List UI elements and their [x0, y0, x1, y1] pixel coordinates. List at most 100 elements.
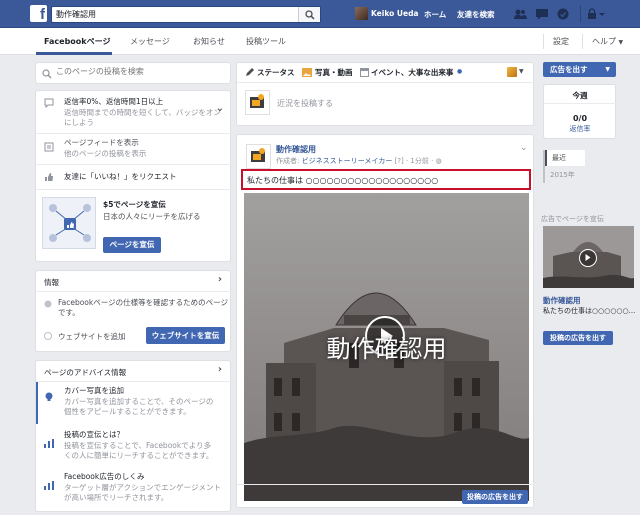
video-title-overlay: 動作確認用	[326, 335, 447, 363]
invite-friends-row[interactable]: 友達に「いいね！」をリクエスト	[36, 165, 232, 189]
page-feed-sub: 他のページの投稿を表示	[64, 149, 147, 158]
page-tab-bar: Facebookページ メッセージ お知らせ 投稿ツール 設定 ヘルプ ▼	[0, 28, 640, 55]
response-rate-title: 返信率0%、返信時間1日以上	[64, 97, 164, 106]
tip-item[interactable]: Facebook広告のしくみ ターゲット層がアクションでエンゲージメント が高い…	[36, 471, 232, 511]
people-network-icon	[49, 204, 91, 242]
post-video[interactable]: 動作確認用	[244, 193, 529, 501]
page-post-search	[35, 62, 231, 84]
tip-item[interactable]: 投稿の宣伝とは？ 投稿を宣伝することで、Facebookでより多 くの人に簡単に…	[36, 429, 232, 469]
divider	[36, 291, 232, 292]
help-label: ヘルプ	[592, 37, 616, 46]
promote-subtitle: 日本の人々にリーチを広げる	[103, 212, 201, 221]
promote-website-button[interactable]: ウェブサイトを宣伝	[146, 327, 225, 344]
about-description: Facebookページの仕様等を確認するためのページです。	[58, 298, 228, 318]
home-link[interactable]: ホーム	[424, 9, 446, 20]
post-meta-prefix: 作成者:	[276, 157, 302, 165]
chevron-right-icon[interactable]: ›	[218, 274, 222, 285]
tab-publishing-tools[interactable]: 投稿ツール	[246, 36, 286, 47]
response-rate-label[interactable]: 返信率	[544, 124, 616, 134]
post-options-chevron-icon[interactable]: ⌄	[520, 143, 528, 153]
page-tips-header: ページのアドバイス情報	[44, 368, 127, 377]
tab-messages[interactable]: メッセージ	[130, 36, 170, 47]
post-meta: 作成者: ビジネスストーリーメイカー [?] · 1分前 · ◍	[276, 156, 442, 166]
notifications-icon[interactable]	[556, 8, 570, 20]
ad-preview-image[interactable]	[543, 226, 634, 288]
lock-icon[interactable]	[586, 8, 606, 20]
weekly-stats-card: 今週 0/0 返信率	[543, 84, 616, 139]
bar-chart-icon	[44, 481, 54, 490]
active-tab-indicator	[36, 52, 112, 55]
tab-facebook-page[interactable]: Facebookページ	[44, 36, 110, 47]
tip-title: 投稿の宣伝とは？	[64, 430, 124, 439]
facebook-logo[interactable]: f	[30, 5, 47, 22]
post-text: 私たちの仕事は ○○○○○○○○○○○○○○○○○○○	[247, 176, 439, 185]
page-avatar	[245, 90, 270, 115]
post-author-avatar[interactable]	[246, 144, 271, 169]
about-card: 情報 › Facebookページの仕様等を確認するためのページです。 ウェブサイ…	[35, 270, 232, 352]
messages-icon[interactable]	[535, 8, 549, 20]
divider	[580, 5, 581, 22]
search-icon	[42, 69, 52, 79]
ad-title[interactable]: 動作確認用	[543, 295, 581, 306]
like-icon	[45, 173, 53, 181]
post-meta-author[interactable]: ビジネスストーリーメイカー	[302, 157, 393, 165]
timeline-year[interactable]: 2015年	[550, 170, 575, 180]
tab-notifications[interactable]: お知らせ	[193, 36, 225, 47]
lightbulb-icon	[45, 392, 53, 401]
friend-requests-icon[interactable]	[513, 8, 527, 20]
search-button[interactable]	[298, 7, 320, 22]
post-text-highlight: 私たちの仕事は ○○○○○○○○○○○○○○○○○○○	[241, 169, 531, 190]
bar-chart-icon	[44, 439, 54, 448]
ad-text: 私たちの仕事は○○○○○○...	[543, 307, 636, 315]
post-composer: ステータス 写真・動画 イベント、大事な出来事 ● ▼ 近況を投稿する	[236, 62, 535, 126]
create-ad-button[interactable]: 広告を出す ▼	[543, 62, 616, 77]
tip-title: カバー写真を追加	[64, 386, 124, 395]
chevron-down-icon: ▼	[605, 66, 610, 73]
search-input[interactable]	[52, 7, 292, 22]
timeline-recent[interactable]: 最近	[545, 150, 585, 166]
page-logo-icon	[251, 148, 265, 162]
about-header: 情報	[44, 278, 59, 287]
tip-desc-2: が高い場所でリーチされます。	[64, 493, 169, 502]
create-ad-label: 広告を出す	[550, 65, 588, 74]
page-post-search-input[interactable]	[56, 67, 226, 76]
divider	[543, 34, 544, 49]
top-bar: f Keiko Ueda ホーム 友達を検索	[0, 0, 640, 28]
life-event-tab[interactable]: イベント、大事な出来事	[371, 67, 453, 78]
tip-desc-2: くの人に簡単にリーチすることができます。	[64, 451, 214, 460]
page-avatar-small[interactable]	[507, 67, 517, 77]
post-meta-suffix: [?] · 1分前 ·	[392, 157, 436, 165]
settings-link[interactable]: 設定	[553, 36, 569, 47]
help-link[interactable]: ヘルプ ▼	[592, 36, 623, 47]
play-icon	[585, 254, 591, 261]
divider	[582, 34, 583, 49]
promote-page-header: 広告でページを宣伝	[541, 215, 604, 223]
user-name-link[interactable]: Keiko Ueda	[371, 9, 419, 18]
page-actions-panel: 返信率0%、返信時間1日以上 返信時間までの時間を短くして、バッジをオン にしよ…	[35, 90, 232, 262]
chevron-right-icon[interactable]: ›	[218, 364, 222, 375]
divider	[36, 189, 232, 190]
promote-illustration	[42, 197, 96, 249]
add-website-link[interactable]: ウェブサイトを追加	[58, 331, 126, 342]
composer-placeholder[interactable]: 近況を投稿する	[277, 98, 333, 109]
this-week-label: 今週	[572, 91, 588, 100]
boost-post-button[interactable]: 投稿の広告を出す	[462, 490, 528, 504]
user-avatar[interactable]	[355, 7, 368, 20]
response-rate-row[interactable]: 返信率0%、返信時間1日以上 返信時間までの時間を短くして、バッジをオン にしよ…	[36, 91, 232, 133]
status-tab[interactable]: ステータス	[257, 67, 295, 78]
page-post: 動作確認用 作成者: ビジネスストーリーメイカー [?] · 1分前 · ◍ ⌄…	[236, 134, 535, 508]
play-button[interactable]	[579, 249, 597, 267]
post-author-name[interactable]: 動作確認用	[276, 144, 316, 155]
tip-item[interactable]: カバー写真を追加 カバー写真を追加することで、そのページの 個性をアピールするこ…	[36, 385, 232, 423]
promote-page-button[interactable]: ページを宣伝	[103, 237, 161, 253]
divider	[237, 484, 535, 485]
chevron-down-icon[interactable]: ⌄	[216, 103, 224, 114]
search-box	[51, 6, 321, 23]
find-friends-link[interactable]: 友達を検索	[457, 9, 495, 20]
page-feed-row[interactable]: ページフィードを表示 他のページの投稿を表示	[36, 134, 232, 164]
chevron-down-icon: ▼	[618, 39, 624, 46]
divider	[544, 103, 616, 104]
photo-video-tab[interactable]: 写真・動画	[315, 67, 353, 78]
ad-boost-button[interactable]: 投稿の広告を出す	[543, 331, 613, 345]
chevron-down-icon[interactable]: ▼	[519, 68, 524, 75]
